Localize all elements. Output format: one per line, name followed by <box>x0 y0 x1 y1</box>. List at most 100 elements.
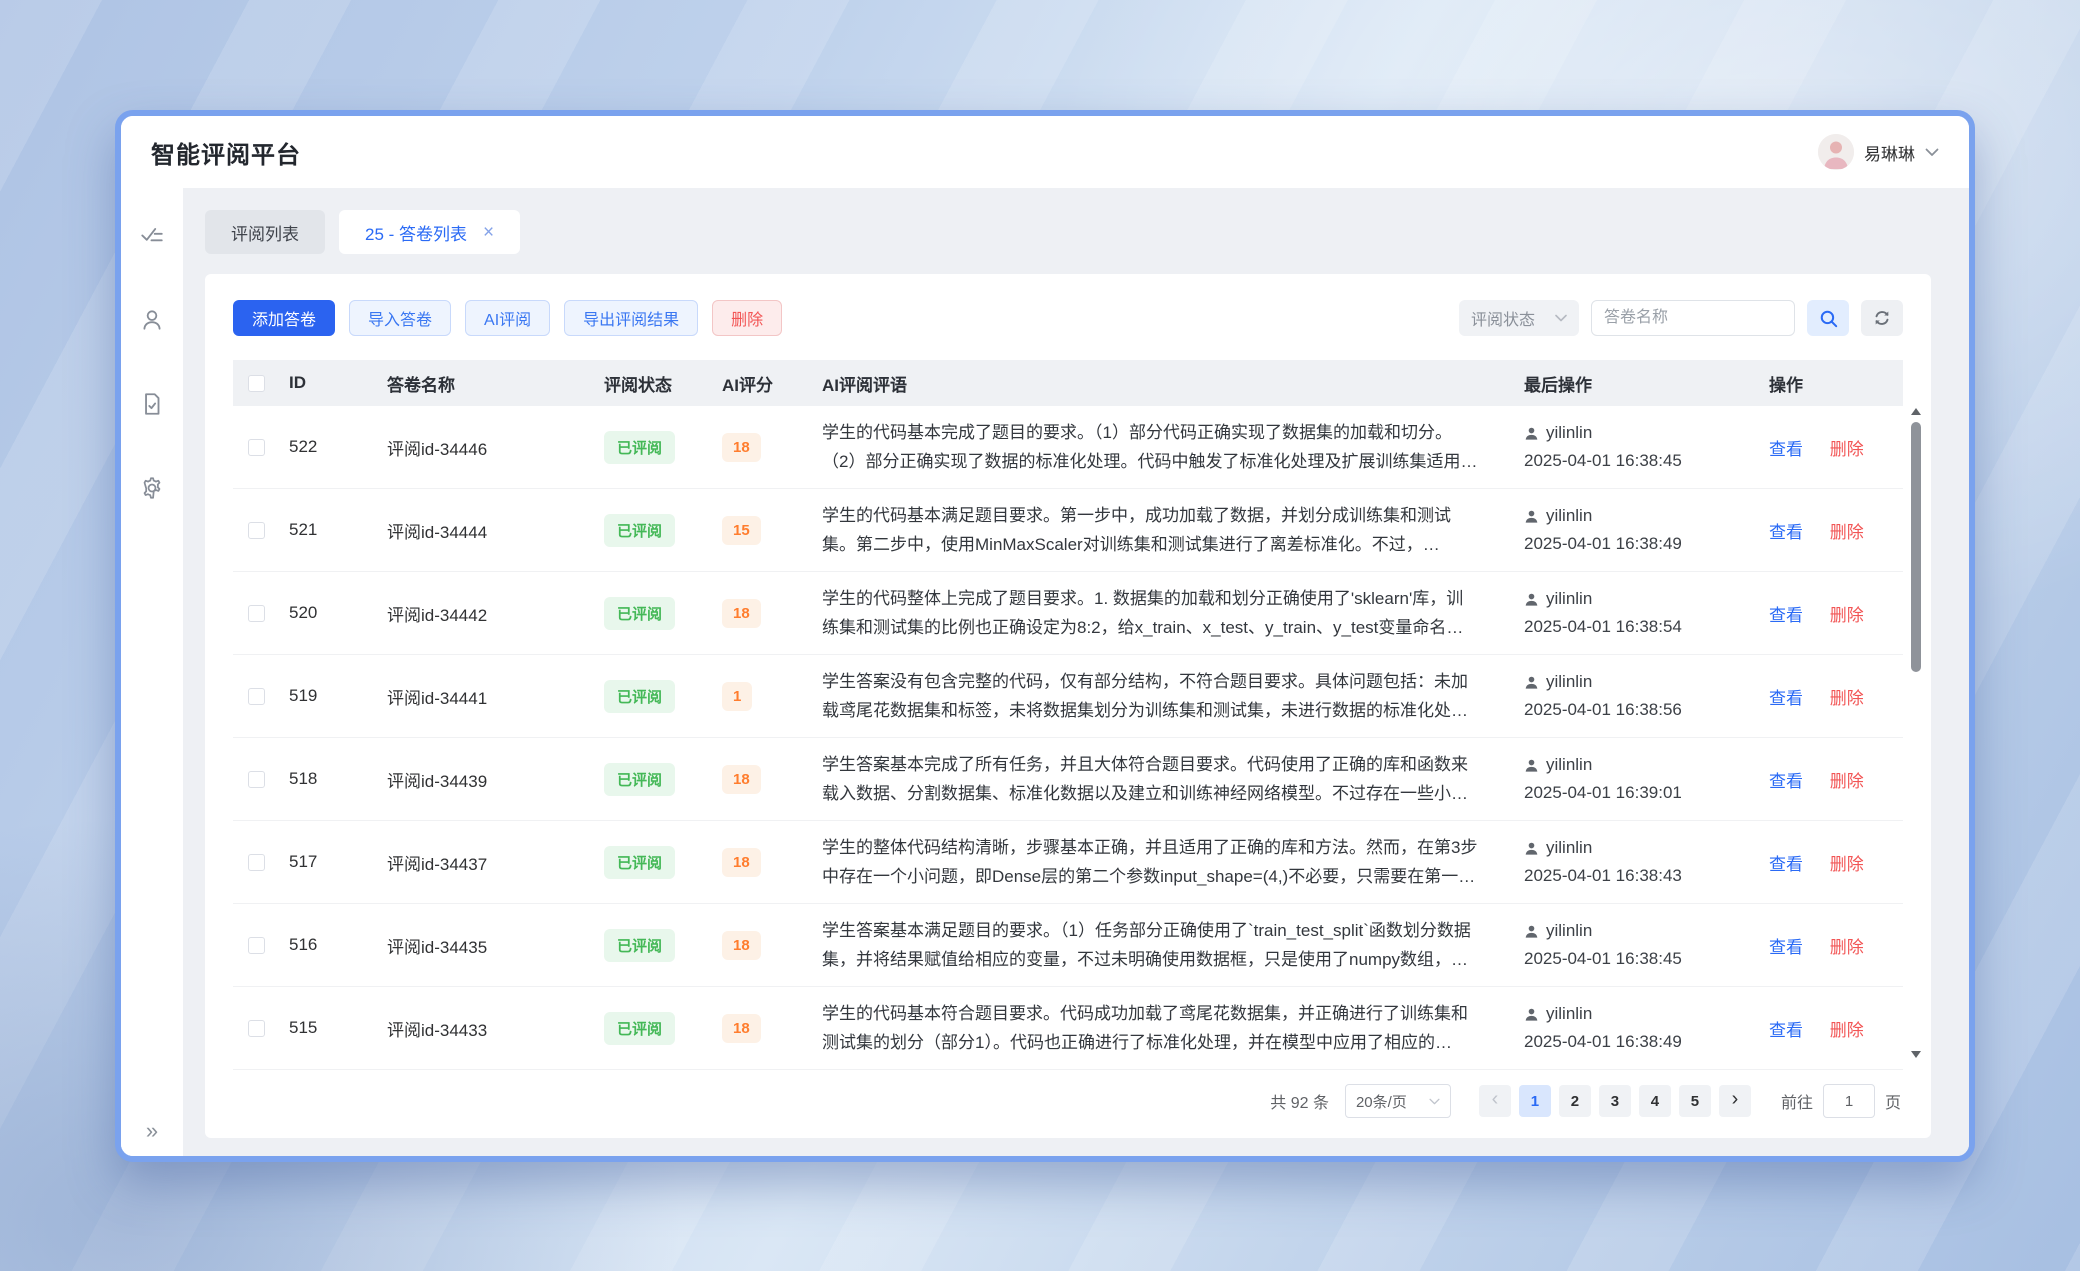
row-operator: yilinlin <box>1546 672 1592 692</box>
page-button-1[interactable]: 1 <box>1519 1085 1551 1117</box>
chevron-down-icon <box>1925 148 1939 157</box>
sidebar-item-papers[interactable] <box>134 386 170 422</box>
row-timestamp: 2025-04-01 16:38:45 <box>1524 451 1759 471</box>
delete-link[interactable]: 删除 <box>1830 440 1864 459</box>
delete-link[interactable]: 删除 <box>1830 938 1864 957</box>
review-status-select[interactable]: 评阅状态 <box>1459 300 1579 336</box>
score-badge: 18 <box>722 765 761 794</box>
header-status: 评阅状态 <box>604 371 722 396</box>
view-link[interactable]: 查看 <box>1769 689 1803 708</box>
goto-suffix: 页 <box>1885 1089 1901 1113</box>
row-operator: yilinlin <box>1546 589 1592 609</box>
chevron-down-icon <box>1555 314 1567 322</box>
view-link[interactable]: 查看 <box>1769 606 1803 625</box>
page-button-2[interactable]: 2 <box>1559 1085 1591 1117</box>
user-menu[interactable]: 易琳琳 <box>1818 134 1939 170</box>
view-link[interactable]: 查看 <box>1769 938 1803 957</box>
row-name: 评阅id-34437 <box>387 850 604 875</box>
page-button-3[interactable]: 3 <box>1599 1085 1631 1117</box>
row-timestamp: 2025-04-01 16:38:49 <box>1524 1032 1759 1052</box>
sidebar-item-users[interactable] <box>134 302 170 338</box>
row-checkbox[interactable] <box>248 854 265 871</box>
view-link[interactable]: 查看 <box>1769 1021 1803 1040</box>
next-page-button[interactable]: › <box>1719 1085 1751 1117</box>
close-icon[interactable]: × <box>483 223 494 242</box>
answer-sheet-table: ID 答卷名称 评阅状态 AI评分 AI评阅评语 最后操作 操作 522 评阅i… <box>233 360 1903 1062</box>
sidebar: » <box>121 188 183 1156</box>
row-checkbox[interactable] <box>248 439 265 456</box>
main-content: 评阅列表 25 - 答卷列表 × 添加答卷 导入答卷 AI评阅 导出评阅结果 删… <box>183 188 1969 1156</box>
person-icon <box>1524 1007 1539 1022</box>
refresh-button[interactable] <box>1861 300 1903 336</box>
export-results-button[interactable]: 导出评阅结果 <box>564 300 698 336</box>
checklist-icon <box>139 223 165 249</box>
goto-page-input[interactable] <box>1823 1084 1875 1118</box>
row-name: 评阅id-34442 <box>387 601 604 626</box>
gear-icon <box>139 475 165 501</box>
add-answer-button[interactable]: 添加答卷 <box>233 300 335 336</box>
page-button-5[interactable]: 5 <box>1679 1085 1711 1117</box>
app-window: 智能评阅平台 易琳琳 <box>115 110 1975 1162</box>
table-body: 522 评阅id-34446 已评阅 18 学生的代码基本完成了题目的要求。（1… <box>233 406 1903 1062</box>
select-all-checkbox[interactable] <box>248 375 265 392</box>
answer-sheet-panel: 添加答卷 导入答卷 AI评阅 导出评阅结果 删除 评阅状态 <box>205 274 1931 1138</box>
view-link[interactable]: 查看 <box>1769 855 1803 874</box>
row-checkbox[interactable] <box>248 771 265 788</box>
status-badge: 已评阅 <box>604 514 675 547</box>
row-id: 516 <box>289 935 387 955</box>
row-checkbox[interactable] <box>248 688 265 705</box>
pagination: 共 92 条 20条/页 ‹ 1 2 3 4 5 › 前往 <box>233 1062 1903 1138</box>
document-check-icon <box>139 391 165 417</box>
page-button-4[interactable]: 4 <box>1639 1085 1671 1117</box>
table-scrollbar <box>1911 408 1921 1058</box>
header-last-op: 最后操作 <box>1524 371 1769 396</box>
import-answer-button[interactable]: 导入答卷 <box>349 300 451 336</box>
status-badge: 已评阅 <box>604 763 675 796</box>
app-body: » 评阅列表 25 - 答卷列表 × 添加答卷 导入答卷 AI评 <box>121 188 1969 1156</box>
table-row: 517 评阅id-34437 已评阅 18 学生的整体代码结构清晰，步骤基本正确… <box>233 821 1903 904</box>
delete-link[interactable]: 删除 <box>1830 606 1864 625</box>
row-name: 评阅id-34444 <box>387 518 604 543</box>
row-id: 521 <box>289 520 387 540</box>
status-badge: 已评阅 <box>604 929 675 962</box>
table-row: 516 评阅id-34435 已评阅 18 学生答案基本满足题目的要求。（1）任… <box>233 904 1903 987</box>
delete-link[interactable]: 删除 <box>1830 523 1864 542</box>
delete-link[interactable]: 删除 <box>1830 689 1864 708</box>
prev-page-button[interactable]: ‹ <box>1479 1085 1511 1117</box>
view-link[interactable]: 查看 <box>1769 772 1803 791</box>
row-checkbox[interactable] <box>248 522 265 539</box>
row-name: 评阅id-34441 <box>387 684 604 709</box>
sidebar-item-settings[interactable] <box>134 470 170 506</box>
ai-review-button[interactable]: AI评阅 <box>465 300 550 336</box>
search-button[interactable] <box>1807 300 1849 336</box>
row-timestamp: 2025-04-01 16:38:43 <box>1524 866 1759 886</box>
score-badge: 18 <box>722 931 761 960</box>
delete-link[interactable]: 删除 <box>1830 855 1864 874</box>
sidebar-collapse-button[interactable]: » <box>121 1118 183 1144</box>
row-checkbox[interactable] <box>248 605 265 622</box>
tab-review-list[interactable]: 评阅列表 <box>205 210 325 254</box>
person-icon <box>1524 841 1539 856</box>
person-icon <box>1524 426 1539 441</box>
search-input[interactable] <box>1591 300 1795 336</box>
view-link[interactable]: 查看 <box>1769 523 1803 542</box>
row-comment: 学生的代码基本符合题目要求。代码成功加载了鸢尾花数据集，并正确进行了训练集和测试… <box>822 999 1478 1057</box>
row-id: 518 <box>289 769 387 789</box>
row-name: 评阅id-34439 <box>387 767 604 792</box>
header-comment: AI评阅评语 <box>822 371 1524 396</box>
view-link[interactable]: 查看 <box>1769 440 1803 459</box>
row-checkbox[interactable] <box>248 937 265 954</box>
scrollbar-thumb[interactable] <box>1911 422 1921 672</box>
delete-link[interactable]: 删除 <box>1830 1021 1864 1040</box>
sidebar-item-review-list[interactable] <box>134 218 170 254</box>
scroll-up-icon[interactable] <box>1911 408 1921 415</box>
row-operator: yilinlin <box>1546 423 1592 443</box>
scroll-down-icon[interactable] <box>1911 1051 1921 1058</box>
score-badge: 1 <box>722 682 752 711</box>
row-checkbox[interactable] <box>248 1020 265 1037</box>
delete-link[interactable]: 删除 <box>1830 772 1864 791</box>
delete-button[interactable]: 删除 <box>712 300 782 336</box>
table-row: 515 评阅id-34433 已评阅 18 学生的代码基本符合题目要求。代码成功… <box>233 987 1903 1070</box>
page-size-select[interactable]: 20条/页 <box>1345 1084 1451 1118</box>
tab-answer-sheet-list[interactable]: 25 - 答卷列表 × <box>339 210 520 254</box>
